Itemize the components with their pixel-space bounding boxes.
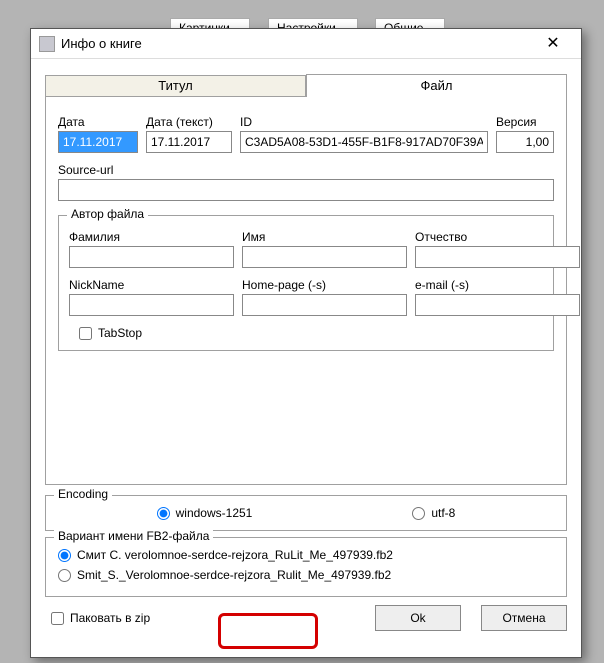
pack-zip-checkbox[interactable] bbox=[51, 612, 64, 625]
surname-label: Фамилия bbox=[69, 230, 234, 244]
id-input[interactable] bbox=[240, 131, 488, 153]
fb2-filename-legend: Вариант имени FB2-файла bbox=[54, 529, 213, 543]
pack-zip-label: Паковать в zip bbox=[70, 611, 150, 625]
file-author-legend: Автор файла bbox=[67, 207, 148, 221]
close-button[interactable]: ✕ bbox=[533, 30, 573, 58]
homepage-label: Home-page (-s) bbox=[242, 278, 407, 292]
cancel-button[interactable]: Отмена bbox=[481, 605, 567, 631]
filename-option-0[interactable]: Смит С. verolomnoe-serdce-rejzora_RuLit_… bbox=[58, 548, 554, 562]
encoding-group: Encoding windows-1251 utf-8 bbox=[45, 495, 567, 531]
homepage-input[interactable] bbox=[242, 294, 407, 316]
fb2-filename-group: Вариант имени FB2-файла Смит С. verolomn… bbox=[45, 537, 567, 597]
date-input[interactable] bbox=[58, 131, 138, 153]
dialog-footer: Паковать в zip Ok Отмена bbox=[45, 605, 567, 631]
tabstop-checkbox[interactable] bbox=[79, 327, 92, 340]
titlebar: Инфо о книге ✕ bbox=[31, 29, 581, 59]
email-input[interactable] bbox=[415, 294, 580, 316]
tab-file[interactable]: Файл bbox=[306, 74, 567, 97]
patronym-input[interactable] bbox=[415, 246, 580, 268]
encoding-win1251-radio[interactable] bbox=[157, 507, 170, 520]
source-url-label: Source-url bbox=[58, 163, 554, 177]
date-text-label: Дата (текст) bbox=[146, 115, 232, 129]
encoding-win1251[interactable]: windows-1251 bbox=[157, 506, 253, 520]
filename-option-1[interactable]: Smit_S._Verolomnoe-serdce-rejzora_Rulit_… bbox=[58, 568, 554, 582]
filename-option-0-label: Смит С. verolomnoe-serdce-rejzora_RuLit_… bbox=[77, 548, 393, 562]
pack-zip[interactable]: Паковать в zip bbox=[51, 611, 150, 625]
tabstrip: Титул Файл bbox=[45, 73, 567, 97]
encoding-legend: Encoding bbox=[54, 487, 112, 501]
tab-title[interactable]: Титул bbox=[45, 75, 306, 97]
date-text-input[interactable] bbox=[146, 131, 232, 153]
filename-option-1-radio[interactable] bbox=[58, 569, 71, 582]
tab-file-panel: Дата Дата (текст) ID Версия Source-url А… bbox=[45, 97, 567, 485]
encoding-win1251-label: windows-1251 bbox=[176, 506, 253, 520]
version-input[interactable] bbox=[496, 131, 554, 153]
filename-option-0-radio[interactable] bbox=[58, 549, 71, 562]
nickname-label: NickName bbox=[69, 278, 234, 292]
date-label: Дата bbox=[58, 115, 138, 129]
name-label: Имя bbox=[242, 230, 407, 244]
encoding-utf8-label: utf-8 bbox=[431, 506, 455, 520]
tabstop-label: TabStop bbox=[98, 326, 142, 340]
name-input[interactable] bbox=[242, 246, 407, 268]
email-label: e-mail (-s) bbox=[415, 278, 580, 292]
ok-button[interactable]: Ok bbox=[375, 605, 461, 631]
book-info-dialog: Инфо о книге ✕ Титул Файл Дата Дата (тек… bbox=[30, 28, 582, 658]
file-author-group: Автор файла Фамилия Имя Отчество NickNam… bbox=[58, 215, 554, 351]
nickname-input[interactable] bbox=[69, 294, 234, 316]
app-icon bbox=[39, 36, 55, 52]
source-url-input[interactable] bbox=[58, 179, 554, 201]
surname-input[interactable] bbox=[69, 246, 234, 268]
patronym-label: Отчество bbox=[415, 230, 580, 244]
encoding-utf8[interactable]: utf-8 bbox=[412, 506, 455, 520]
version-label: Версия bbox=[496, 115, 554, 129]
encoding-utf8-radio[interactable] bbox=[412, 507, 425, 520]
filename-option-1-label: Smit_S._Verolomnoe-serdce-rejzora_Rulit_… bbox=[77, 568, 391, 582]
id-label: ID bbox=[240, 115, 488, 129]
window-title: Инфо о книге bbox=[61, 36, 533, 51]
